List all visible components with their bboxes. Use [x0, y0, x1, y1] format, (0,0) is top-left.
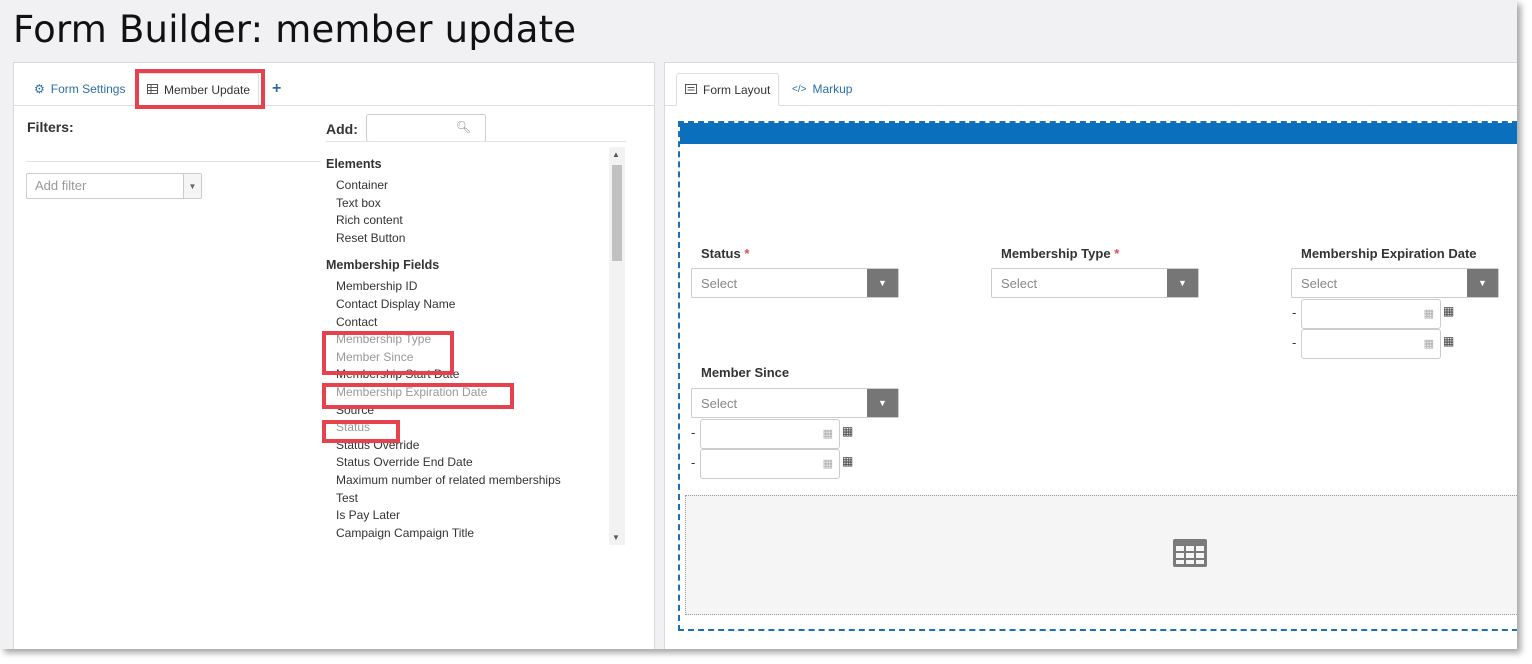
right-panel: Form Layout </> Markup Status * Select ▼…: [664, 62, 1517, 649]
form-builder-window: Form Builder: member update ⚙ Form Setti…: [0, 0, 1517, 649]
expiration-date-from-input[interactable]: ▦: [1301, 299, 1441, 329]
filters-label: Filters:: [27, 119, 74, 135]
member-since-to-input[interactable]: ▦: [700, 449, 840, 479]
palette-item[interactable]: Contact: [326, 314, 608, 332]
table-grid-icon: [1173, 539, 1207, 567]
status-field-label: Status *: [701, 246, 750, 261]
member-since-from-input[interactable]: ▦: [700, 419, 840, 449]
palette-item[interactable]: Text box: [326, 195, 608, 213]
tab-form-layout[interactable]: Form Layout: [676, 73, 780, 106]
expiration-date-to-input[interactable]: ▦: [1301, 329, 1441, 359]
palette-item[interactable]: Is Pay Later: [326, 507, 608, 525]
palette-group-title: Elements: [326, 157, 382, 171]
palette-item: Membership Type: [336, 332, 432, 347]
calendar-icon[interactable]: ▦: [1443, 304, 1454, 318]
page-title: Form Builder: member update: [13, 8, 577, 51]
add-filter-placeholder: Add filter: [35, 178, 87, 193]
calendar-icon: ▦: [1423, 308, 1434, 320]
code-icon: </>: [792, 83, 807, 95]
calendar-icon[interactable]: ▦: [1443, 334, 1454, 348]
palette-item[interactable]: Source: [326, 402, 608, 420]
palette-item[interactable]: Container: [326, 177, 608, 195]
scroll-down-icon[interactable]: ▼: [612, 533, 620, 542]
chevron-down-icon[interactable]: ▼: [1167, 269, 1198, 297]
add-tab-button[interactable]: +: [264, 73, 289, 105]
left-tabbar: ⚙ Form Settings Member Update +: [14, 63, 654, 109]
gear-icon: ⚙: [34, 82, 45, 96]
palette-item[interactable]: Membership ID: [326, 278, 608, 296]
expiration-date-select[interactable]: Select ▼: [1291, 268, 1499, 298]
palette-search-input[interactable]: 🔍︎: [366, 114, 486, 142]
palette-item[interactable]: Membership Start Date: [326, 366, 608, 384]
chevron-down-icon[interactable]: ▼: [867, 389, 898, 417]
palette-item[interactable]: Rich content: [326, 212, 608, 230]
tab-markup[interactable]: </> Markup: [784, 73, 860, 105]
tab-label: Markup: [812, 82, 853, 96]
palette-item: Status: [336, 420, 371, 435]
calendar-icon[interactable]: ▦: [842, 424, 853, 438]
palette-item: Member Since: [336, 349, 414, 364]
palette-item[interactable]: Maximum number of related memberships: [326, 472, 608, 490]
scroll-thumb[interactable]: [612, 165, 622, 261]
divider: [26, 161, 321, 162]
palette-group-title: Membership Fields: [326, 258, 440, 273]
tab-label: Form Settings: [50, 82, 126, 96]
member-since-select[interactable]: Select ▼: [691, 388, 899, 418]
palette-item[interactable]: Status Override End Date: [326, 454, 608, 472]
palette-scrollbar[interactable]: ▲ ▼: [609, 147, 625, 545]
calendar-icon[interactable]: ▦: [842, 454, 853, 468]
calendar-icon: ▦: [822, 428, 833, 440]
right-tabbar: Form Layout </> Markup: [665, 63, 1517, 106]
chevron-down-icon[interactable]: ▼: [867, 269, 898, 297]
grid-dropzone[interactable]: [685, 495, 1517, 615]
member-since-field-label: Member Since: [701, 365, 790, 380]
membership-type-select[interactable]: Select ▼: [991, 268, 1199, 298]
tab-member-update[interactable]: Member Update: [138, 73, 260, 106]
membership-type-field-label: Membership Type *: [1001, 246, 1120, 261]
add-label: Add:: [326, 121, 358, 137]
search-icon: 🔍︎: [455, 120, 471, 134]
palette-item[interactable]: Test: [326, 490, 608, 508]
scroll-up-icon[interactable]: ▲: [612, 150, 620, 159]
add-filter-select[interactable]: Add filter ▼: [26, 173, 202, 199]
tab-label: Form Layout: [703, 82, 771, 97]
palette-item[interactable]: Status Override: [326, 437, 608, 455]
tab-label: Member Update: [164, 82, 251, 97]
palette-item[interactable]: Reset Button: [326, 230, 608, 248]
palette-item[interactable]: Contact Display Name: [326, 296, 608, 314]
expiration-date-field-label: Membership Expiration Date: [1301, 246, 1477, 261]
tab-form-settings[interactable]: ⚙ Form Settings: [26, 73, 133, 105]
palette-item: Membership Expiration Date: [336, 384, 488, 399]
chevron-down-icon[interactable]: ▼: [183, 174, 201, 198]
calendar-icon: ▦: [1423, 338, 1434, 350]
layout-icon: [685, 83, 697, 97]
calendar-icon: ▦: [822, 458, 833, 470]
field-palette: Elements Container Text box Rich content Res…: [326, 155, 608, 545]
divider: [326, 141, 626, 142]
status-select[interactable]: Select ▼: [691, 268, 899, 298]
table-icon: [147, 83, 158, 97]
chevron-down-icon[interactable]: ▼: [1467, 269, 1498, 297]
palette-item[interactable]: Campaign Campaign Title: [326, 525, 608, 543]
form-header-bar[interactable]: [680, 123, 1517, 144]
left-panel: ⚙ Form Settings Member Update + Filters:…: [13, 62, 655, 649]
